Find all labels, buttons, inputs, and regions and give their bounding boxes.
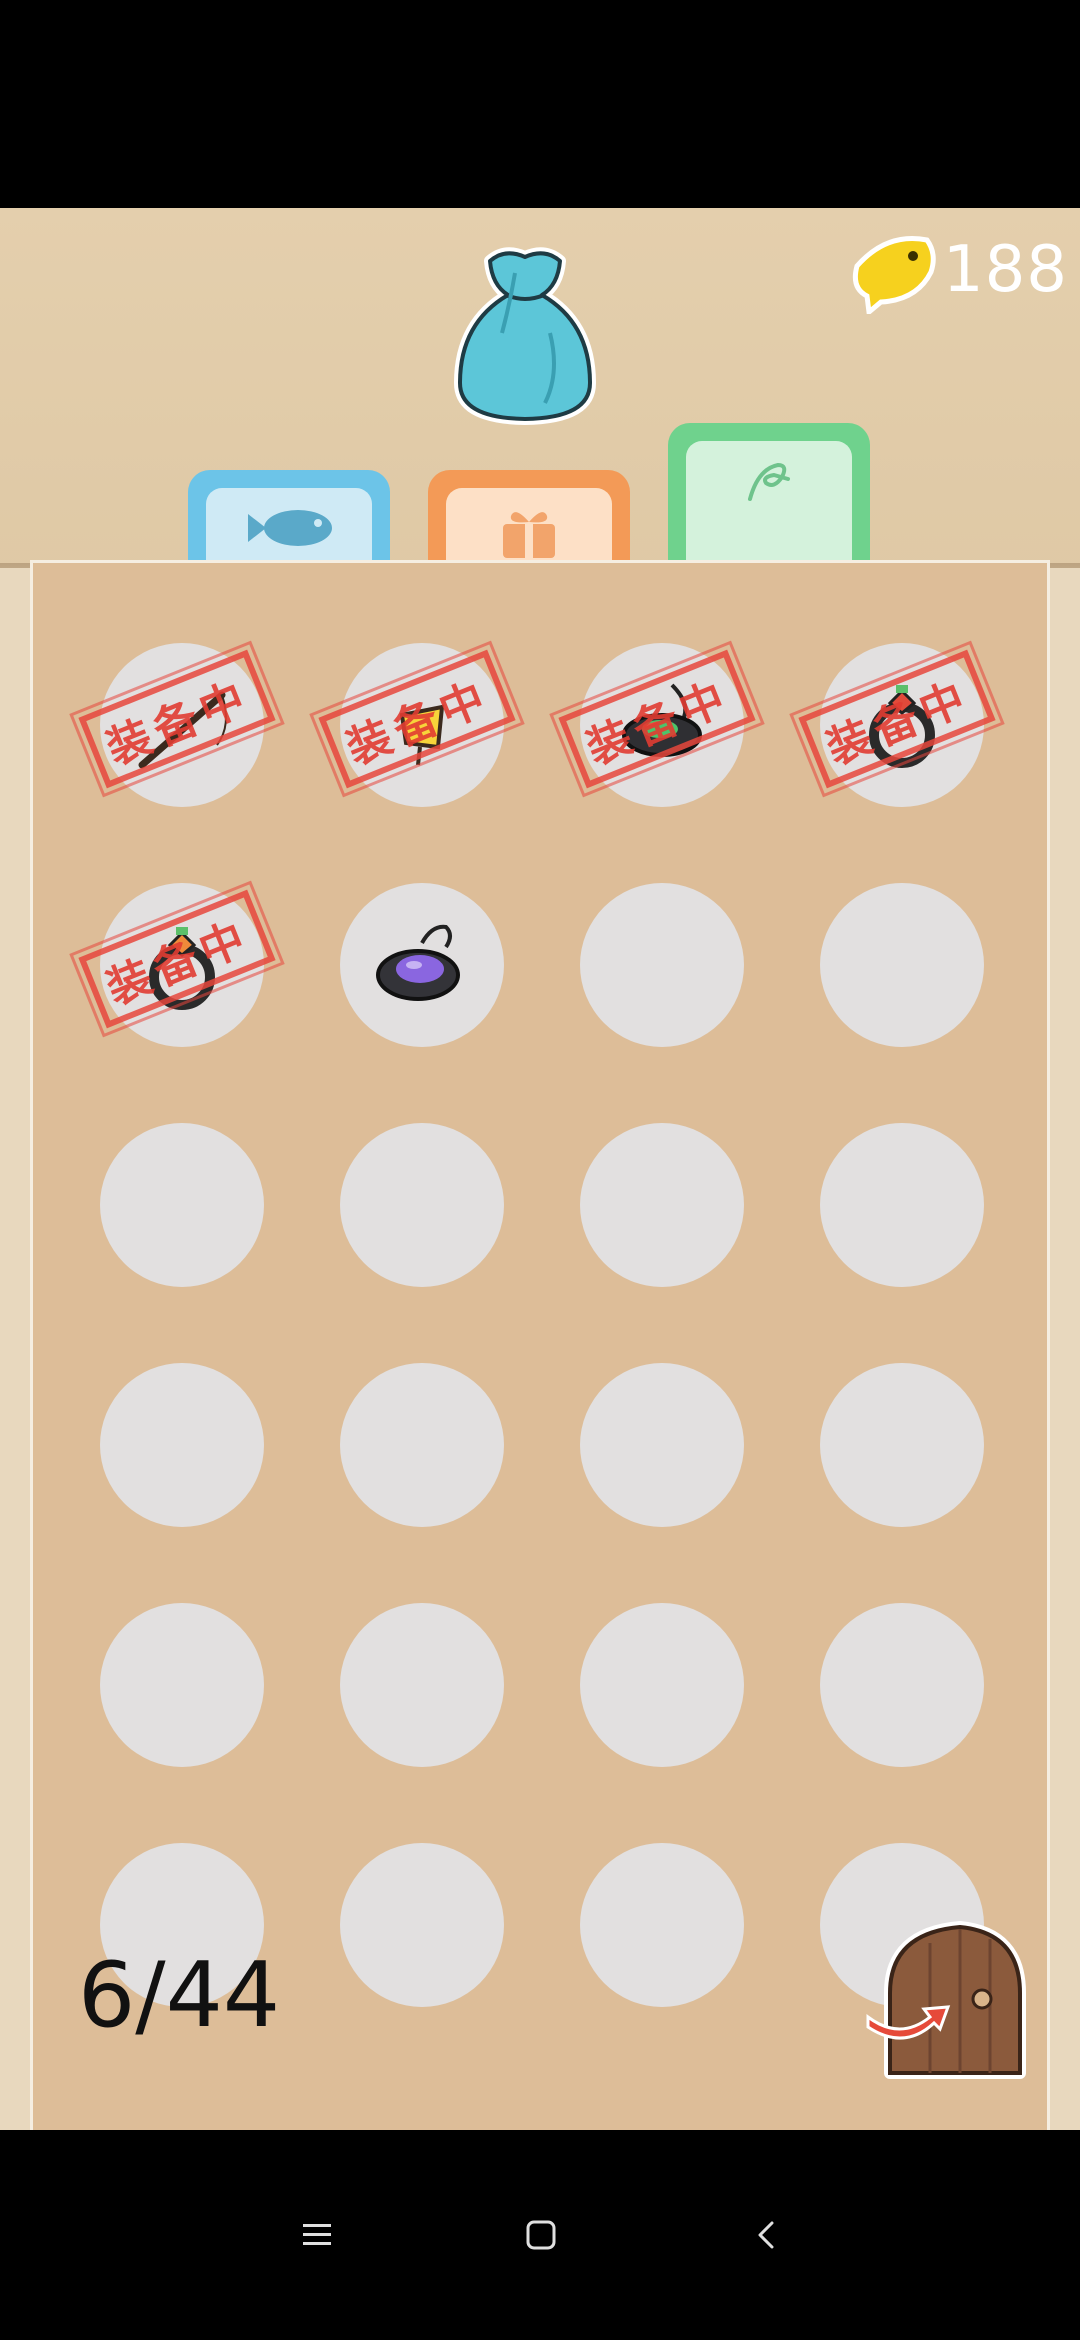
fish-icon [248, 510, 332, 546]
inventory-slot-8[interactable] [820, 883, 984, 1047]
fish-coin-icon [852, 235, 936, 314]
fishing-line-icon [748, 462, 790, 501]
inventory-slot-2[interactable]: 装备中 [310, 636, 524, 807]
inventory-slot-22[interactable] [340, 1843, 504, 2007]
inventory-slot-1[interactable]: 装备中 [70, 636, 284, 807]
inventory-grid: 装备中 装备中 装备中 装备中 装备中 [33, 563, 1047, 2093]
door-exit-icon[interactable] [860, 1913, 1040, 2083]
inventory-slot-7[interactable] [580, 883, 744, 1047]
inventory-slot-12[interactable] [820, 1123, 984, 1287]
back-icon [758, 2221, 774, 2249]
inventory-slot-23[interactable] [580, 1843, 744, 2007]
inventory-slot-10[interactable] [340, 1123, 504, 1287]
gift-icon [503, 512, 555, 558]
inventory-slot-3[interactable]: 装备中 [550, 636, 764, 807]
home-icon [526, 2220, 556, 2250]
inventory-slot-5[interactable]: 装备中 [70, 876, 284, 1047]
screen: 188 装备中 装备中 装备中 装备中 装备中 6/44 [0, 0, 1080, 2340]
inventory-slot-17[interactable] [100, 1603, 264, 1767]
inventory-panel: 装备中 装备中 装备中 装备中 装备中 [30, 560, 1050, 2130]
bag-icon [454, 247, 596, 425]
coin-amount: 188 [942, 233, 1068, 307]
inventory-slot-13[interactable] [100, 1363, 264, 1527]
inventory-slot-16[interactable] [820, 1363, 984, 1527]
menu-icon [303, 2224, 331, 2245]
system-navbar [0, 2130, 1080, 2340]
back-button[interactable] [722, 2190, 812, 2280]
game-area: 188 装备中 装备中 装备中 装备中 装备中 6/44 [0, 208, 1080, 2130]
purple-gem-necklace-icon [376, 924, 460, 1001]
inventory-slot-15[interactable] [580, 1363, 744, 1527]
inventory-count: 6/44 [78, 1943, 281, 2048]
coin-counter: 188 [847, 226, 1068, 314]
tab-equipment[interactable] [668, 423, 870, 580]
inventory-slot-20[interactable] [820, 1603, 984, 1767]
menu-button[interactable] [272, 2190, 362, 2280]
inventory-slot-6[interactable] [340, 883, 504, 1047]
inventory-slot-18[interactable] [340, 1603, 504, 1767]
inventory-slot-4[interactable]: 装备中 [790, 636, 1004, 807]
inventory-slot-14[interactable] [340, 1363, 504, 1527]
inventory-slot-19[interactable] [580, 1603, 744, 1767]
home-button[interactable] [496, 2190, 586, 2280]
inventory-slot-9[interactable] [100, 1123, 264, 1287]
inventory-slot-11[interactable] [580, 1123, 744, 1287]
